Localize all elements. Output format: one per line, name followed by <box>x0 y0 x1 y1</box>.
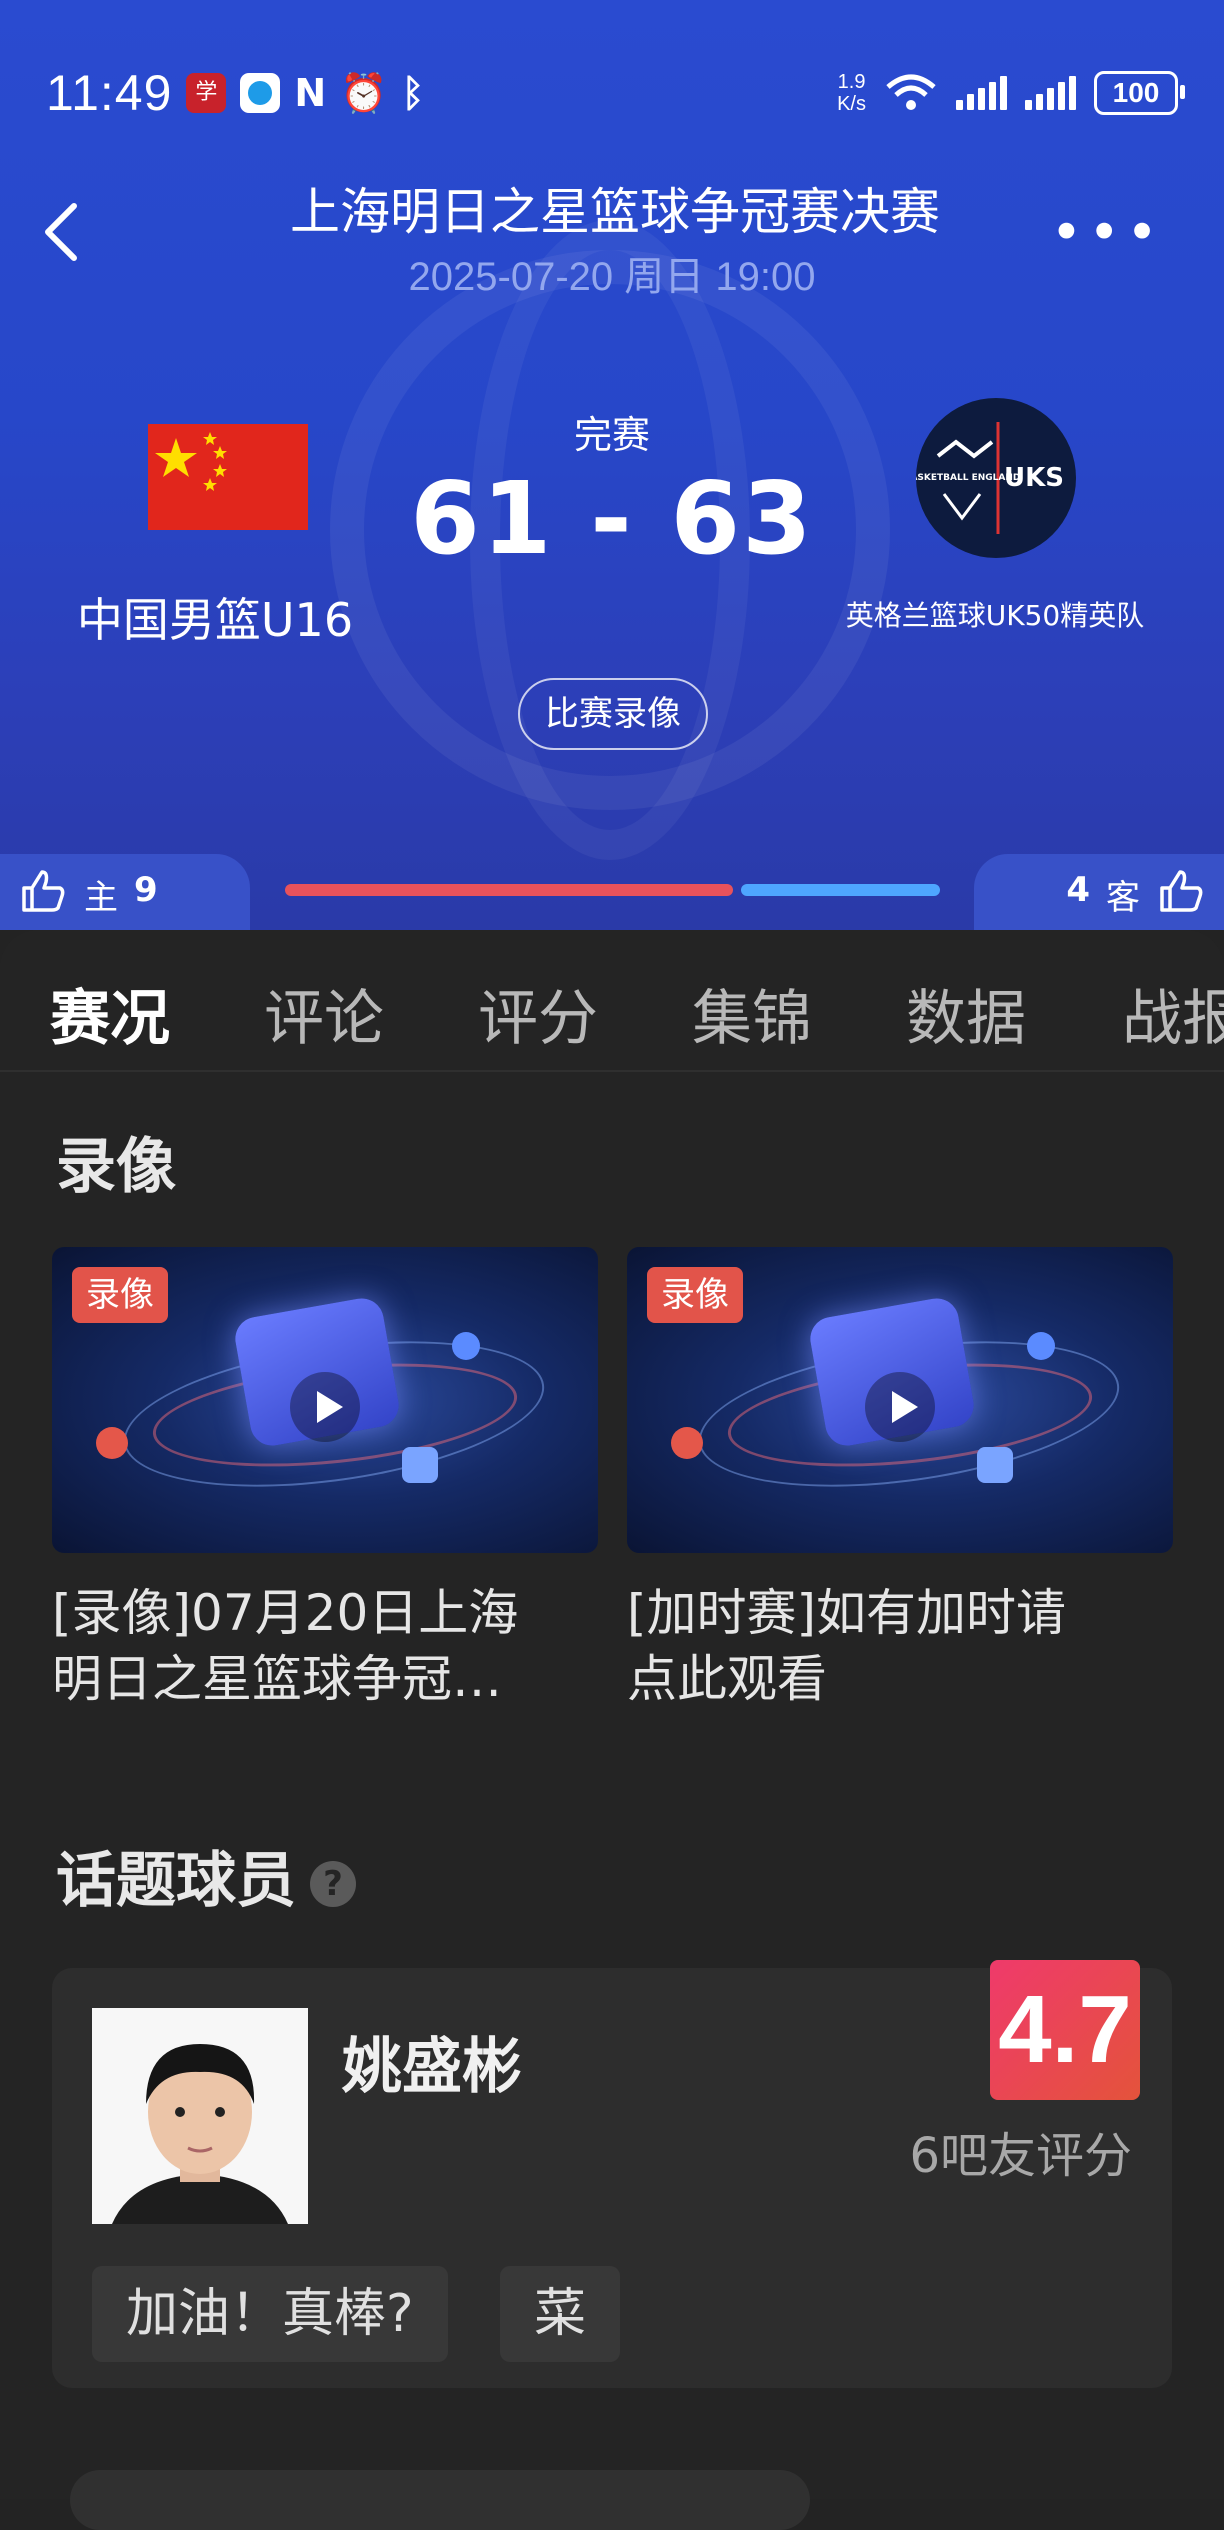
status-bar: 11:49 学 N ⏰ ᛒ 1.9 K/s 100 <box>46 58 1185 128</box>
tab-stats[interactable]: 数据 <box>906 970 1026 1057</box>
away-support[interactable]: 4 客 <box>974 854 1224 930</box>
video-badge: 录像 <box>72 1267 168 1323</box>
play-icon[interactable] <box>865 1372 935 1442</box>
away-team-name[interactable]: 英格兰篮球UK50精英队 <box>830 594 1160 634</box>
thumb-up-icon[interactable] <box>1158 868 1204 914</box>
signal-icon <box>1025 76 1076 110</box>
match-replay-button[interactable]: 比赛录像 <box>518 678 708 750</box>
player-avatar[interactable] <box>92 2008 308 2224</box>
player-tag[interactable]: 菜 <box>500 2266 621 2362</box>
home-support[interactable]: 主 9 <box>0 854 250 930</box>
next-card-stub <box>70 2470 810 2530</box>
home-support-count: 9 <box>134 870 158 910</box>
video-caption[interactable]: [加时赛]如有加时请 点此观看 <box>627 1580 1187 1712</box>
alarm-icon: ⏰ <box>340 70 388 115</box>
away-support-count: 4 <box>1066 870 1090 910</box>
page-title: 上海明日之星篮球争冠赛决赛 <box>290 183 940 241</box>
bluetooth-icon: ᛒ <box>401 71 425 115</box>
rater-count: 6吧友评分 <box>909 2128 1132 2184</box>
tab-comments[interactable]: 评论 <box>264 970 384 1057</box>
network-speed: 1.9 K/s <box>837 71 866 115</box>
players-section-title: 话题球员? <box>56 1832 356 1919</box>
player-card[interactable]: 姚盛彬 4.7 6吧友评分 加油！真棒? 菜 <box>52 1960 1172 2388</box>
match-datetime: 2025-07-20 周日 19:00 <box>408 255 816 299</box>
match-header: 11:49 学 N ⏰ ᛒ 1.9 K/s 100 上海明日之星篮球争冠赛决赛 … <box>0 0 1224 930</box>
away-support-label: 客 <box>1106 878 1140 918</box>
tab-live[interactable]: 赛况 <box>50 970 170 1057</box>
home-team-name[interactable]: 中国男篮U16 <box>60 584 370 650</box>
home-support-label: 主 <box>84 878 118 918</box>
tab-highlights[interactable]: 集锦 <box>692 970 812 1057</box>
video-badge: 录像 <box>647 1267 743 1323</box>
app-badge-icon: 学 <box>186 73 227 113</box>
away-support-bar <box>741 884 940 896</box>
player-rating: 4.7 <box>990 1960 1140 2100</box>
battery-icon: 100 <box>1094 71 1185 115</box>
nfc-icon: N <box>294 71 327 115</box>
thumb-up-icon[interactable] <box>20 868 66 914</box>
away-logo-text: UKS <box>1004 463 1064 493</box>
away-team-logo[interactable]: BASKETBALL ENGLAND UKS <box>916 398 1076 558</box>
player-name[interactable]: 姚盛彬 <box>342 2018 522 2105</box>
video-card[interactable]: 录像 <box>52 1247 598 1553</box>
videos-section-title: 录像 <box>56 1132 176 1202</box>
tab-ratings[interactable]: 评分 <box>478 970 598 1057</box>
wifi-icon <box>886 74 936 110</box>
more-options-icon[interactable]: ••• <box>1050 206 1164 260</box>
video-card[interactable]: 录像 <box>627 1247 1173 1553</box>
signal-icon <box>956 76 1007 110</box>
help-icon[interactable]: ? <box>310 1861 356 1908</box>
home-support-bar <box>285 884 733 896</box>
player-tag[interactable]: 加油！真棒? <box>92 2266 448 2362</box>
video-caption[interactable]: [录像]07月20日上海 明日之星篮球争冠… <box>52 1580 612 1712</box>
tab-report[interactable]: 战报 <box>1122 970 1224 1057</box>
tab-bar: 赛况 评论 评分 集锦 数据 战报 <box>0 960 1224 1072</box>
play-icon[interactable] <box>290 1372 360 1442</box>
app-browser-icon <box>240 73 281 113</box>
clock: 11:49 <box>46 65 173 121</box>
